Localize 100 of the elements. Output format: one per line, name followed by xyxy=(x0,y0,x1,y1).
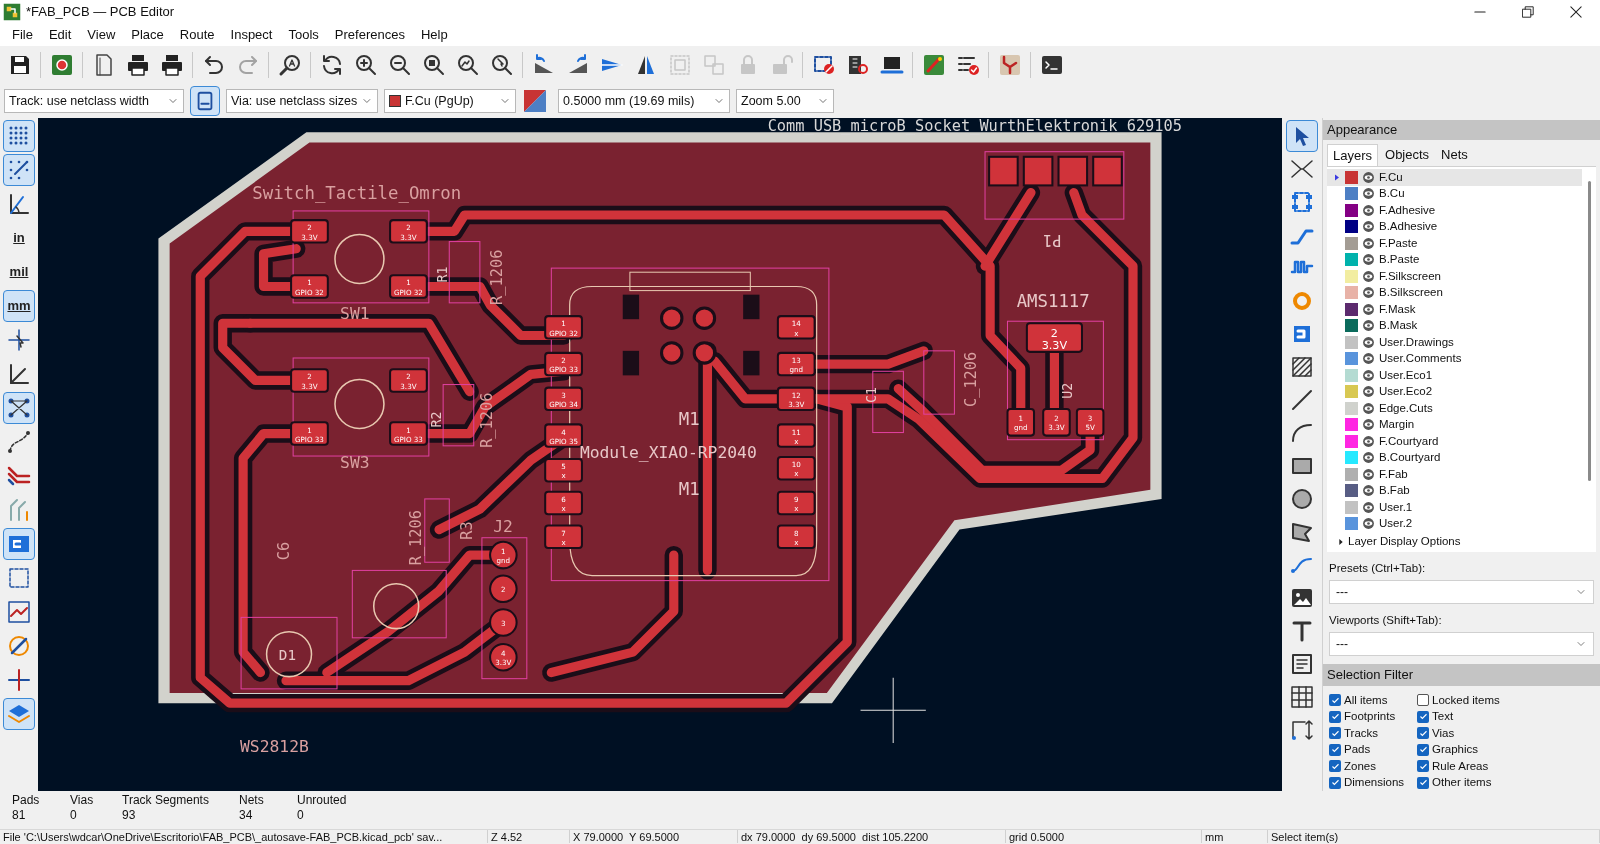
menu-item[interactable]: Place xyxy=(123,25,172,45)
layer-row[interactable]: Margin xyxy=(1327,416,1582,433)
stat-label: Unrouted xyxy=(297,793,348,808)
layer-row[interactable]: B.Fab xyxy=(1327,482,1582,499)
stat-value: 93 xyxy=(122,808,137,823)
filter-checkbox[interactable]: Vias xyxy=(1417,725,1594,742)
field-label: Viewports (Shift+Tab): xyxy=(1329,612,1443,628)
layer-row[interactable]: B.Cu xyxy=(1327,185,1582,202)
status-text: Z 4.52 xyxy=(488,830,570,843)
silkscreen-label: AMS1117 xyxy=(1016,290,1090,311)
filter-checkbox[interactable]: Zones xyxy=(1329,758,1417,775)
status-text: mm xyxy=(1202,830,1268,843)
layer-row[interactable]: User.1 xyxy=(1327,499,1582,516)
layer-row[interactable]: F.Paste xyxy=(1327,235,1582,252)
track-width-dropdown[interactable]: Track: use netclass width xyxy=(4,89,184,113)
layer-row[interactable]: F.Fab xyxy=(1327,466,1582,483)
layer-row[interactable]: Edge.Cuts xyxy=(1327,400,1582,417)
silkscreen-label: C1 xyxy=(863,386,879,403)
silkscreen-label: SW1 xyxy=(340,304,370,324)
layer-row[interactable]: User.Drawings xyxy=(1327,334,1582,351)
layer-row[interactable]: User.Comments xyxy=(1327,350,1582,367)
layer-row[interactable]: B.Adhesive xyxy=(1327,218,1582,235)
menu-item[interactable]: Route xyxy=(171,25,223,45)
layer-dropdown[interactable]: F.Cu (PgUp) xyxy=(384,89,516,113)
window-title: *FAB_PCB — PCB Editor xyxy=(26,3,175,22)
menu-item[interactable]: Edit xyxy=(40,25,80,45)
filter-checkbox[interactable]: Pads xyxy=(1329,741,1417,758)
layer-display-options-toggle[interactable]: Layer Display Options xyxy=(1327,532,1596,552)
layer-row[interactable]: F.Mask xyxy=(1327,301,1582,318)
silkscreen-label: C6 xyxy=(275,541,294,561)
silkscreen-label: M1 xyxy=(678,409,700,430)
filter-checkbox[interactable]: Graphics xyxy=(1417,741,1594,758)
silkscreen-label: R3 xyxy=(457,521,476,540)
silkscreen-label: R_1206 xyxy=(406,510,425,566)
layer-row[interactable]: F.Adhesive xyxy=(1327,202,1582,219)
stat-label: Nets xyxy=(239,793,265,808)
layer-row[interactable]: User.Eco2 xyxy=(1327,383,1582,400)
silkscreen-label: R1 xyxy=(435,266,451,283)
layer-row[interactable]: User.2 xyxy=(1327,515,1582,532)
status-text: File 'C:\Users\wdcar\OneDrive\Escritorio\FAB_PCB\_autosave-FAB_PCB.kicad_pcb' sav... xyxy=(0,830,488,843)
silkscreen-label: WS2812B xyxy=(240,737,309,757)
filter-checkbox[interactable]: Text xyxy=(1417,708,1594,725)
silkscreen-label: R_1206 xyxy=(478,392,497,448)
stat-value: 0 xyxy=(70,808,78,823)
panel-header: Appearance xyxy=(1323,120,1600,140)
stat-value: 34 xyxy=(239,808,254,823)
layer-row[interactable]: F.Cu xyxy=(1327,169,1582,186)
filter-checkbox[interactable]: Dimensions xyxy=(1329,774,1417,791)
silkscreen-label: U2 xyxy=(1059,382,1075,399)
filter-checkbox[interactable]: All items xyxy=(1329,692,1417,709)
menu-item[interactable]: Help xyxy=(412,25,456,45)
silkscreen-label: D1 xyxy=(278,647,297,664)
silkscreen-label: R2 xyxy=(429,411,445,428)
menu-item[interactable]: File xyxy=(4,25,41,45)
tool-button[interactable]: mil xyxy=(3,256,35,288)
status-text: X 79.0000 Y 69.5000 xyxy=(570,830,738,843)
silkscreen-label: Switch_Tactile_Omron xyxy=(252,182,462,203)
silkscreen-label: M1 xyxy=(678,478,700,499)
filter-checkbox[interactable]: Other items xyxy=(1417,774,1594,791)
grid-size-dropdown[interactable]: 0.5000 mm (19.69 mils) xyxy=(558,89,730,113)
silkscreen-label: C_1206 xyxy=(961,351,980,407)
panel-header: Selection Filter xyxy=(1323,664,1600,686)
menu-item[interactable]: Preferences xyxy=(326,25,413,45)
silkscreen-label: J2 xyxy=(493,516,513,536)
menu-item[interactable]: Inspect xyxy=(222,25,281,45)
layer-row[interactable]: B.Courtyard xyxy=(1327,449,1582,466)
silkscreen-label: SW3 xyxy=(340,453,370,473)
zoom-dropdown[interactable]: Zoom 5.00 xyxy=(736,89,834,113)
status-text: Select item(s) xyxy=(1268,830,1600,843)
filter-checkbox[interactable]: Locked items xyxy=(1417,692,1594,709)
stat-label: Vias xyxy=(70,793,95,808)
filter-checkbox[interactable]: Rule Areas xyxy=(1417,758,1594,775)
stat-label: Pads xyxy=(12,793,41,808)
silkscreen-label: P1 xyxy=(1043,231,1062,250)
pad-number: 2 xyxy=(1050,326,1058,340)
layer-row[interactable]: F.Courtyard xyxy=(1327,433,1582,450)
field-label: Presets (Ctrl+Tab): xyxy=(1329,560,1427,576)
presets-dropdown[interactable]: --- xyxy=(1329,579,1594,604)
menu-item[interactable]: Tools xyxy=(280,25,327,45)
tool-button[interactable]: mm xyxy=(3,290,35,322)
stat-value: 81 xyxy=(12,808,27,823)
layer-row[interactable]: User.Eco1 xyxy=(1327,367,1582,384)
layer-row[interactable]: B.Mask xyxy=(1327,317,1582,334)
status-text: dx 79.0000 dy 69.5000 dist 105.2200 xyxy=(738,830,1006,843)
pad-net-label: 3.3V xyxy=(1041,338,1068,352)
tool-button[interactable]: in xyxy=(3,222,35,254)
filter-checkbox[interactable]: Footprints xyxy=(1329,708,1417,725)
filter-checkbox[interactable]: Tracks xyxy=(1329,725,1417,742)
panel-tab[interactable]: Layers xyxy=(1327,144,1379,166)
layer-row[interactable]: B.Silkscreen xyxy=(1327,284,1582,301)
status-text: grid 0.5000 xyxy=(1006,830,1202,843)
layer-row[interactable]: B.Paste xyxy=(1327,251,1582,268)
layer-row[interactable]: F.Silkscreen xyxy=(1327,268,1582,285)
stat-label: Track Segments xyxy=(122,793,210,808)
viewports-dropdown[interactable]: --- xyxy=(1329,632,1594,656)
via-size-dropdown[interactable]: Via: use netclass sizes xyxy=(226,89,378,113)
silkscreen-label: Comm_USB_microB_Socket_WurthElektronik_629105 xyxy=(767,118,1182,136)
stat-value: 0 xyxy=(297,808,305,823)
menu-item[interactable]: View xyxy=(79,25,124,45)
silkscreen-label: R_1206 xyxy=(488,249,507,305)
